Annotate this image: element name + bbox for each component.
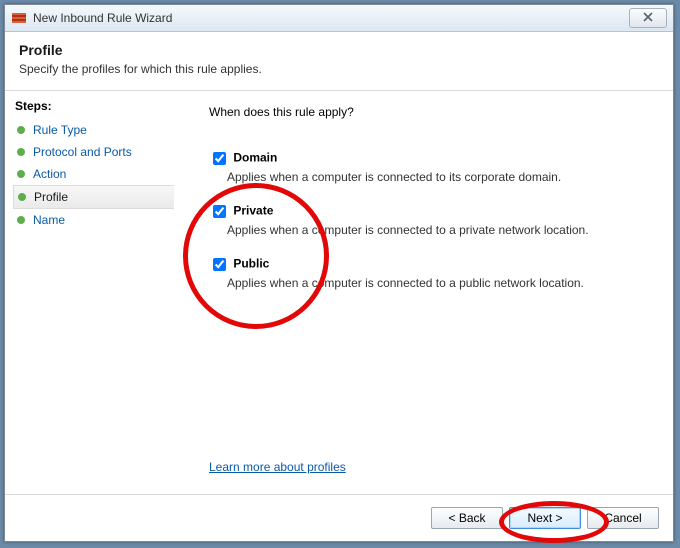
steps-heading: Steps: xyxy=(15,99,173,113)
step-label: Profile xyxy=(34,190,68,204)
wizard-header: Profile Specify the profiles for which t… xyxy=(5,32,673,91)
learn-more-link[interactable]: Learn more about profiles xyxy=(209,460,655,474)
wizard-body: Steps: Rule Type Protocol and Ports Acti… xyxy=(5,91,673,494)
apply-question: When does this rule apply? xyxy=(209,105,655,119)
wizard-window: New Inbound Rule Wizard Profile Specify … xyxy=(4,4,674,542)
step-label: Rule Type xyxy=(33,123,87,137)
bullet-icon xyxy=(17,148,25,156)
option-domain: Domain Applies when a computer is connec… xyxy=(209,149,655,184)
private-label: Private xyxy=(233,204,273,218)
steps-sidebar: Steps: Rule Type Protocol and Ports Acti… xyxy=(5,91,173,494)
wizard-main: When does this rule apply? Domain Applie… xyxy=(173,91,673,494)
bullet-icon xyxy=(17,170,25,178)
step-label: Protocol and Ports xyxy=(33,145,132,159)
bullet-icon xyxy=(18,193,26,201)
steps-list: Rule Type Protocol and Ports Action Prof… xyxy=(13,119,173,231)
bullet-icon xyxy=(17,126,25,134)
close-icon xyxy=(643,11,653,25)
private-description: Applies when a computer is connected to … xyxy=(227,223,655,237)
close-button[interactable] xyxy=(629,8,667,28)
options-group: Domain Applies when a computer is connec… xyxy=(209,149,655,308)
page-title: Profile xyxy=(19,42,659,58)
domain-description: Applies when a computer is connected to … xyxy=(227,170,655,184)
window-title: New Inbound Rule Wizard xyxy=(33,11,172,25)
page-description: Specify the profiles for which this rule… xyxy=(19,62,659,76)
option-private: Private Applies when a computer is conne… xyxy=(209,202,655,237)
bullet-icon xyxy=(17,216,25,224)
wizard-footer: < Back Next > Cancel xyxy=(5,494,673,541)
option-public: Public Applies when a computer is connec… xyxy=(209,255,655,290)
step-action[interactable]: Action xyxy=(13,163,173,185)
titlebar: New Inbound Rule Wizard xyxy=(5,5,673,32)
step-label: Name xyxy=(33,213,65,227)
public-description: Applies when a computer is connected to … xyxy=(227,276,655,290)
next-button[interactable]: Next > xyxy=(509,507,581,529)
public-label: Public xyxy=(233,257,269,271)
domain-checkbox[interactable] xyxy=(213,152,226,165)
private-checkbox[interactable] xyxy=(213,205,226,218)
back-button[interactable]: < Back xyxy=(431,507,503,529)
domain-label: Domain xyxy=(233,151,277,165)
step-name[interactable]: Name xyxy=(13,209,173,231)
cancel-button[interactable]: Cancel xyxy=(587,507,659,529)
step-rule-type[interactable]: Rule Type xyxy=(13,119,173,141)
firewall-icon xyxy=(11,10,27,26)
public-checkbox[interactable] xyxy=(213,258,226,271)
step-label: Action xyxy=(33,167,66,181)
step-profile[interactable]: Profile xyxy=(13,185,174,209)
step-protocol-and-ports[interactable]: Protocol and Ports xyxy=(13,141,173,163)
